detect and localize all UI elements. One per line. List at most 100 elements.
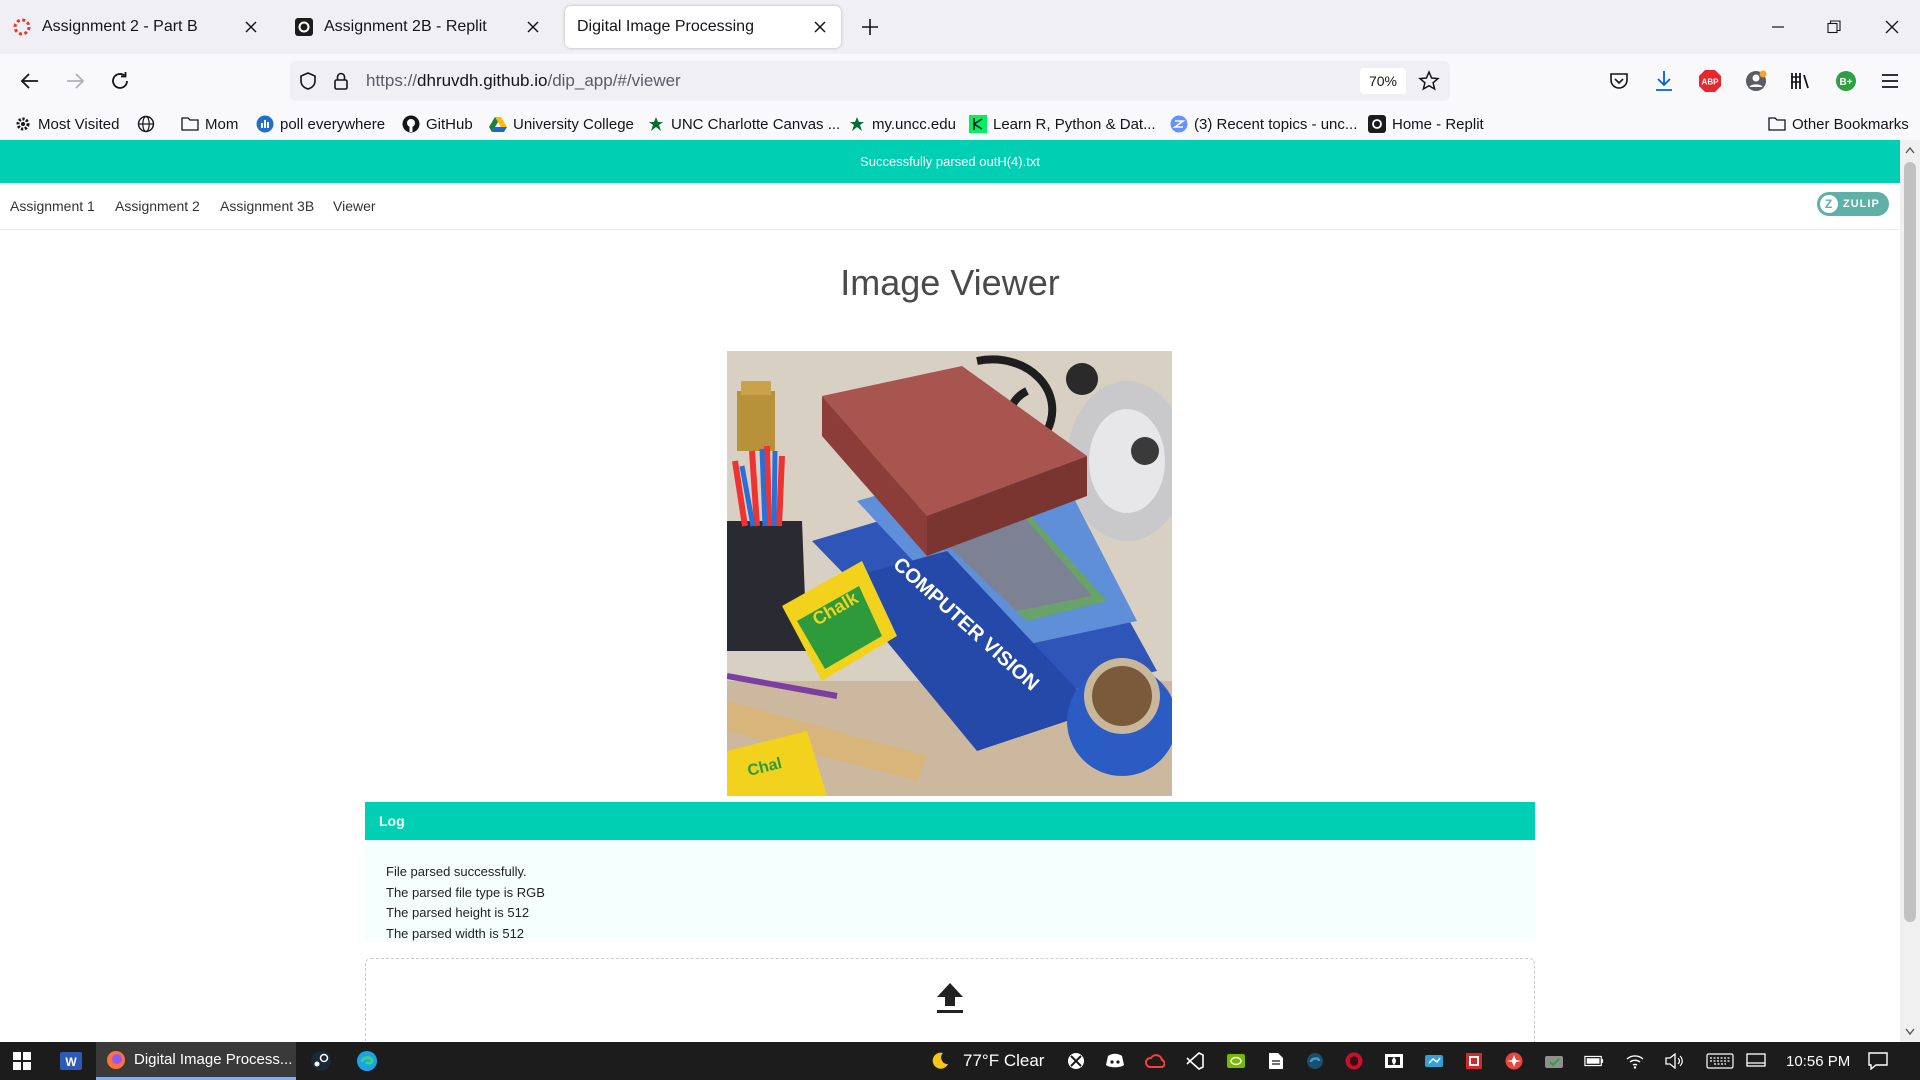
log-line: The parsed width is 512 bbox=[386, 925, 525, 941]
document-icon[interactable] bbox=[1266, 1051, 1286, 1071]
log-line: The parsed file type is RGB bbox=[386, 884, 545, 900]
folder-icon bbox=[1768, 115, 1786, 133]
restore-button[interactable] bbox=[1806, 0, 1862, 54]
red-app-icon[interactable] bbox=[1464, 1051, 1484, 1071]
visual-studio-icon[interactable] bbox=[1185, 1051, 1205, 1071]
steam-icon bbox=[311, 1051, 331, 1071]
taskbar-steam[interactable] bbox=[300, 1042, 342, 1080]
address-bar[interactable]: https://dhruvdh.github.io/dip_app/#/view… bbox=[290, 61, 1450, 101]
menu-item-assignment-2[interactable]: Assignment 2 bbox=[115, 198, 200, 214]
arrow-right-icon bbox=[67, 73, 85, 89]
close-window-button[interactable] bbox=[1864, 0, 1920, 54]
bookmark-label: Mom bbox=[205, 115, 239, 133]
start-button[interactable] bbox=[0, 1042, 44, 1080]
navigation-toolbar: https://dhruvdh.github.io/dip_app/#/view… bbox=[0, 54, 1920, 108]
plus-icon bbox=[862, 19, 878, 35]
bookmark-label: (3) Recent topics - unc... bbox=[1194, 115, 1358, 133]
new-tab-button[interactable] bbox=[858, 15, 882, 39]
bookmark-my-uncc[interactable]: my.uncc.edu bbox=[848, 112, 956, 136]
reload-button[interactable] bbox=[106, 67, 134, 95]
taskbar-word[interactable]: W bbox=[50, 1042, 92, 1080]
discord-icon[interactable] bbox=[1105, 1051, 1125, 1071]
success-banner: Successfully parsed outH(4).txt bbox=[0, 140, 1900, 183]
battery-icon[interactable] bbox=[1584, 1051, 1604, 1071]
scroll-thumb[interactable] bbox=[1904, 162, 1916, 922]
xbox-icon[interactable] bbox=[1066, 1051, 1086, 1071]
tab-digital-image-processing[interactable]: Digital Image Processing bbox=[565, 6, 841, 48]
dolby-icon[interactable] bbox=[1384, 1051, 1404, 1071]
volume-icon[interactable] bbox=[1664, 1051, 1684, 1071]
edge-icon bbox=[357, 1051, 377, 1071]
weather-widget[interactable]: 77°F Clear bbox=[963, 1042, 1044, 1080]
bookmark-recent-topics[interactable]: (3) Recent topics - unc... bbox=[1170, 112, 1357, 136]
display-icon[interactable] bbox=[1746, 1051, 1766, 1071]
download-icon[interactable] bbox=[1653, 69, 1675, 93]
bookmark-label: GitHub bbox=[426, 115, 473, 133]
unc-charlotte-icon bbox=[647, 115, 665, 133]
bookmark-home-replit[interactable]: Home - Replit bbox=[1368, 112, 1484, 136]
menu-item-assignment-3b[interactable]: Assignment 3B bbox=[220, 198, 314, 214]
upload-icon[interactable] bbox=[935, 981, 965, 1015]
cloud-sync-icon[interactable] bbox=[1424, 1051, 1444, 1071]
restore-icon bbox=[1827, 20, 1841, 34]
shield-icon[interactable] bbox=[298, 71, 318, 91]
close-icon[interactable] bbox=[524, 18, 542, 36]
back-button[interactable] bbox=[16, 67, 44, 95]
lock-icon[interactable] bbox=[332, 71, 350, 91]
firefox-icon bbox=[107, 1050, 125, 1069]
url-text[interactable]: https://dhruvdh.github.io/dip_app/#/view… bbox=[366, 71, 681, 91]
close-icon[interactable] bbox=[811, 18, 829, 36]
wifi-icon[interactable] bbox=[1625, 1051, 1645, 1071]
antivirus-icon[interactable] bbox=[1504, 1051, 1524, 1071]
bookmark-folder-mom[interactable]: Mom bbox=[181, 112, 238, 136]
bookmark-university-college[interactable]: University College bbox=[489, 112, 634, 136]
zulip-icon bbox=[1170, 115, 1188, 133]
page-title: Image Viewer bbox=[840, 262, 1060, 303]
file-dropzone[interactable] bbox=[365, 958, 1535, 1042]
forward-button[interactable] bbox=[61, 67, 89, 95]
bookmark-star-icon[interactable] bbox=[1418, 70, 1440, 92]
close-icon[interactable] bbox=[242, 18, 260, 36]
menu-item-viewer[interactable]: Viewer bbox=[333, 198, 376, 214]
tab-strip: Assignment 2 - Part B Assignment 2B - Re… bbox=[0, 0, 1920, 54]
bookmark-github[interactable]: GitHub bbox=[402, 112, 473, 136]
bookmark-globe[interactable] bbox=[137, 112, 161, 136]
security-check-icon[interactable] bbox=[1544, 1051, 1564, 1071]
hamburger-menu-icon[interactable] bbox=[1879, 70, 1901, 92]
bookmark-most-visited[interactable]: Most Visited bbox=[14, 112, 119, 136]
globe-icon bbox=[137, 115, 155, 133]
weather-moon-icon[interactable] bbox=[928, 1042, 952, 1080]
page-scrollbar[interactable] bbox=[1900, 140, 1920, 1042]
zulip-button[interactable]: Z ZULIP bbox=[1817, 192, 1889, 216]
extension-b-plus-icon[interactable]: B+ bbox=[1834, 69, 1858, 93]
zoom-level-button[interactable]: 70% bbox=[1360, 68, 1406, 94]
nvidia-icon[interactable] bbox=[1226, 1051, 1246, 1071]
red-shield-icon[interactable] bbox=[1344, 1051, 1364, 1071]
library-icon[interactable] bbox=[1788, 69, 1812, 93]
bookmark-other-bookmarks[interactable]: Other Bookmarks bbox=[1768, 112, 1909, 136]
pocket-icon[interactable] bbox=[1608, 70, 1630, 92]
adblock-plus-icon[interactable]: ABP bbox=[1698, 69, 1722, 93]
bookmark-learn-r-python[interactable]: Learn R, Python & Dat... bbox=[969, 112, 1156, 136]
taskbar-edge[interactable] bbox=[346, 1042, 388, 1080]
windows-taskbar: W Digital Image Process... 77°F Clear 10… bbox=[0, 1042, 1920, 1080]
menu-item-assignment-1[interactable]: Assignment 1 bbox=[10, 198, 95, 214]
minimize-button[interactable] bbox=[1750, 0, 1806, 54]
close-icon bbox=[1885, 20, 1899, 34]
notification-icon[interactable] bbox=[1868, 1051, 1888, 1071]
gear-icon bbox=[14, 115, 32, 133]
bookmark-label: Learn R, Python & Dat... bbox=[993, 115, 1156, 133]
taskbar-clock[interactable]: 10:56 PM bbox=[1786, 1042, 1850, 1080]
keyboard-icon[interactable] bbox=[1706, 1051, 1734, 1071]
datacamp-icon bbox=[969, 115, 987, 133]
tab-assignment-2-part-b[interactable]: Assignment 2 - Part B bbox=[0, 6, 272, 48]
github-icon bbox=[402, 115, 420, 133]
account-extension-icon[interactable] bbox=[1744, 69, 1768, 93]
edge-dev-icon[interactable] bbox=[1305, 1051, 1325, 1071]
bookmark-poll-everywhere[interactable]: poll everywhere bbox=[256, 112, 385, 136]
taskbar-firefox-active[interactable]: Digital Image Process... bbox=[96, 1042, 296, 1080]
bookmark-unc-charlotte-canvas[interactable]: UNC Charlotte Canvas ... bbox=[647, 112, 840, 136]
creative-cloud-icon[interactable] bbox=[1145, 1051, 1165, 1071]
tab-assignment-2b-replit[interactable]: Assignment 2B - Replit bbox=[282, 6, 554, 48]
folder-icon bbox=[181, 115, 199, 133]
